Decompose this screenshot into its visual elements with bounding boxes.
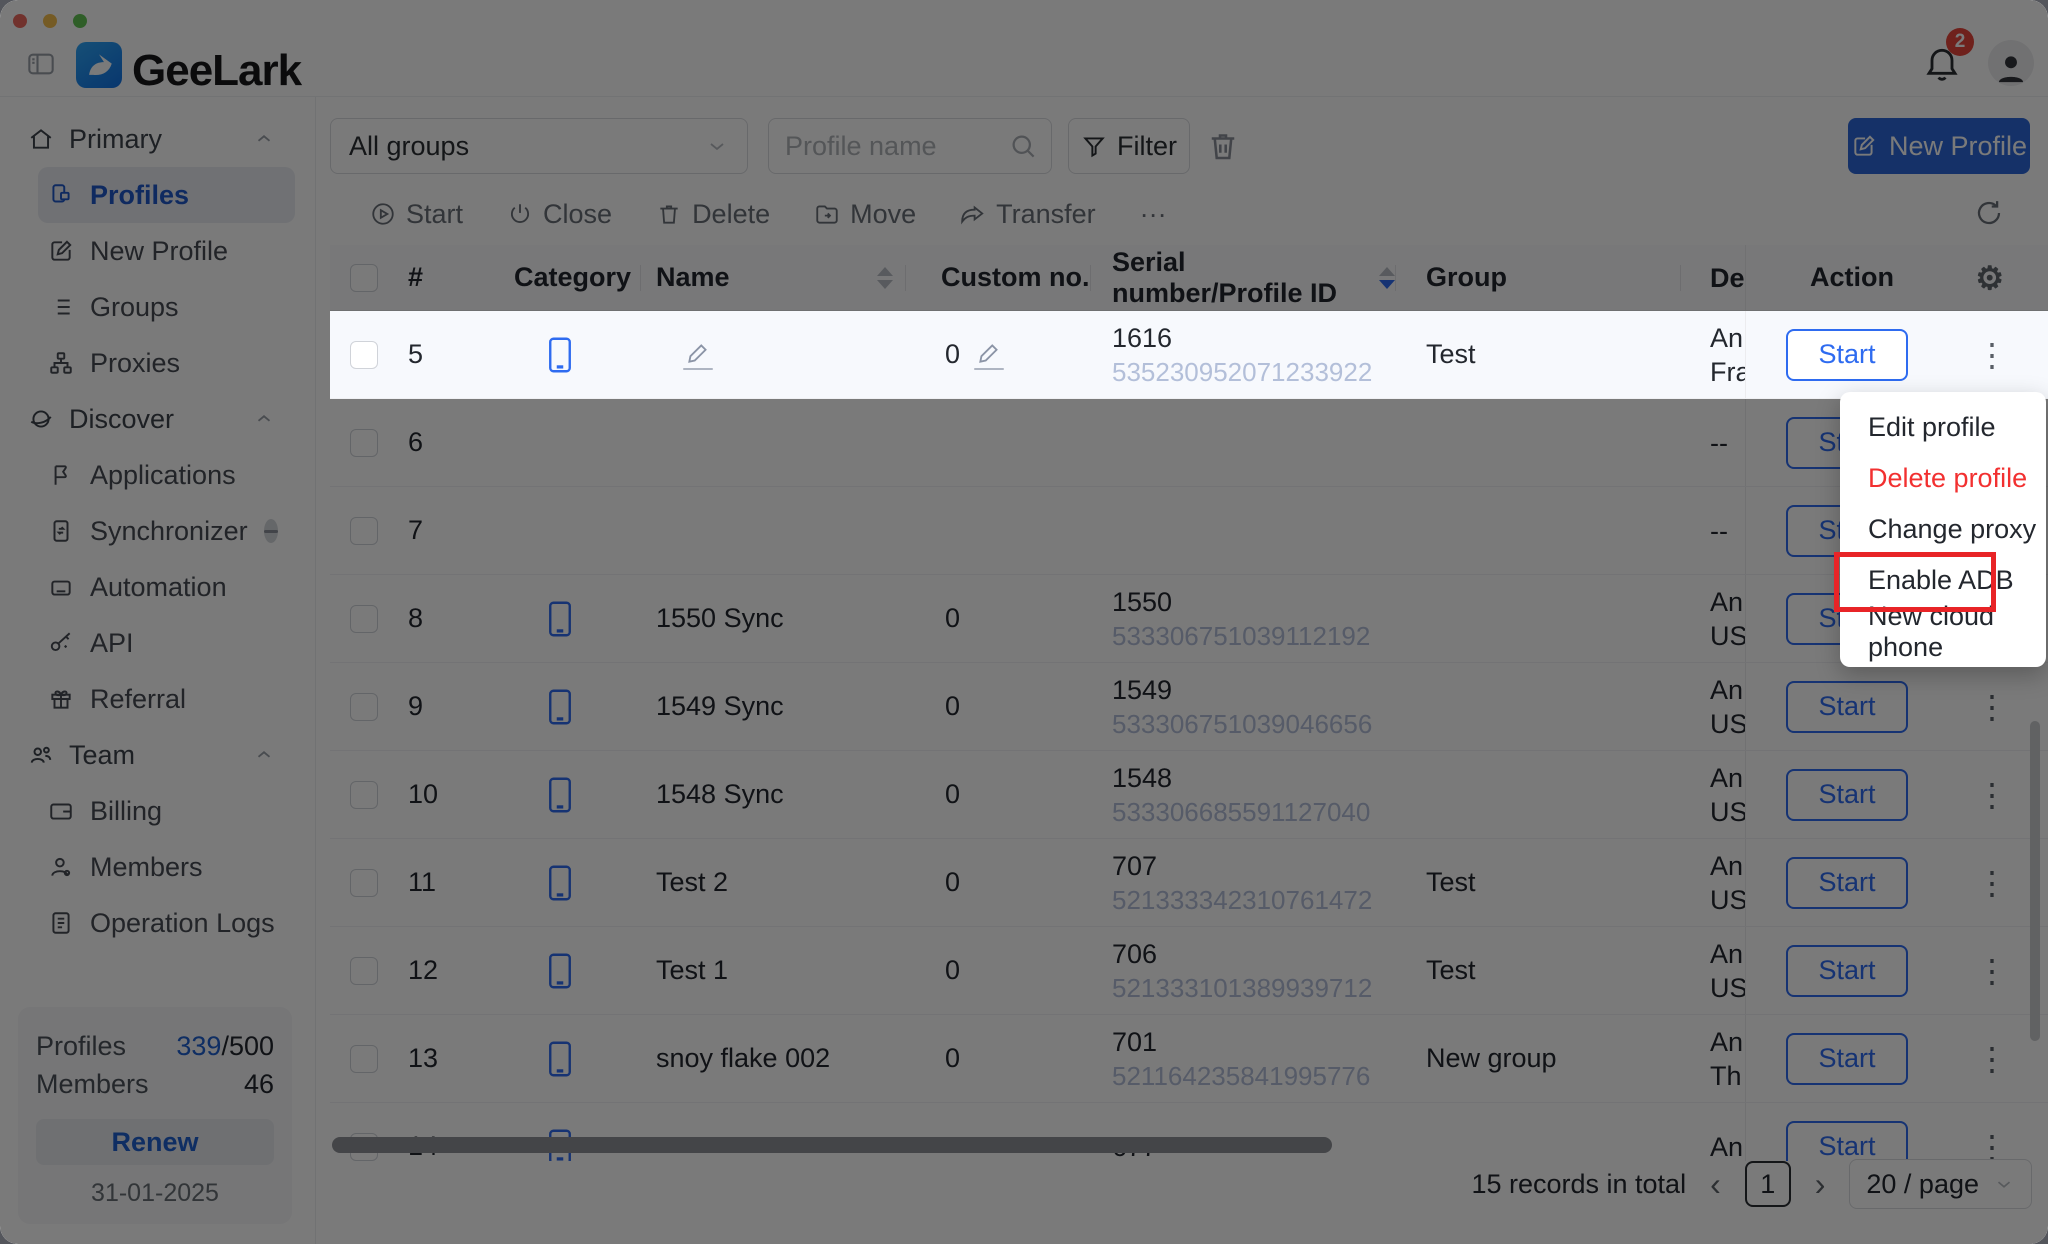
app-window: GeeLark 2 Primary Profiles New Profile G… bbox=[0, 0, 2048, 1244]
menu-item-edit-profile[interactable]: Edit profile bbox=[1840, 402, 2046, 453]
table-row: 5 0 1616535230952071233922 Test AnFra St… bbox=[330, 311, 2048, 399]
row-index: 5 bbox=[395, 311, 480, 398]
edit-custom-no-pencil-icon[interactable] bbox=[974, 340, 1004, 370]
menu-item-delete-profile[interactable]: Delete profile bbox=[1840, 453, 2046, 504]
phone-icon bbox=[547, 336, 573, 374]
start-button[interactable]: Start bbox=[1786, 329, 1908, 381]
annotation-highlight-box bbox=[1834, 552, 1996, 612]
profile-id: 535230952071233922 bbox=[1112, 355, 1372, 389]
device-info-line1: An bbox=[1710, 321, 1745, 355]
custom-no-value: 0 bbox=[945, 339, 960, 370]
edit-name-pencil-icon[interactable] bbox=[683, 340, 713, 370]
group-value: Test bbox=[1395, 311, 1680, 398]
menu-item-new-cloud-phone[interactable]: New cloud phone bbox=[1840, 606, 2046, 657]
row-context-menu: Edit profile Delete profile Change proxy… bbox=[1840, 392, 2046, 667]
dim-overlay bbox=[0, 0, 2048, 1244]
row-more-menu-icon[interactable]: ⋮ bbox=[1976, 339, 2008, 371]
device-info-line2: Fra bbox=[1710, 355, 1745, 389]
row-checkbox[interactable] bbox=[350, 341, 378, 369]
serial-number: 1616 bbox=[1112, 321, 1372, 355]
menu-item-change-proxy[interactable]: Change proxy bbox=[1840, 504, 2046, 555]
